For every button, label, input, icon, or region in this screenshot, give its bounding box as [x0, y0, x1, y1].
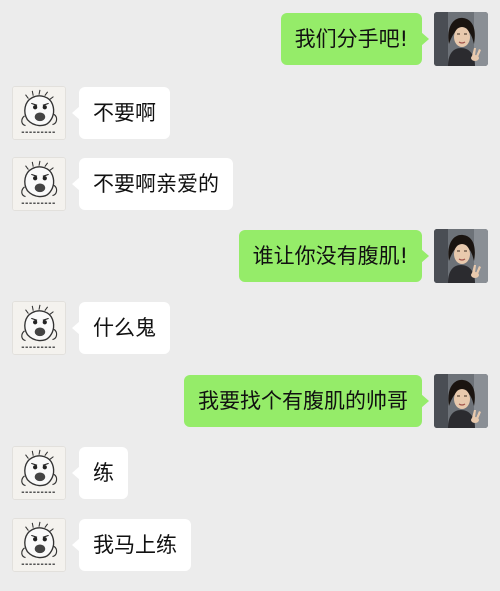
message-bubble-sent[interactable]: 我要找个有腹肌的帅哥 [184, 375, 429, 427]
message-row-received: 不要啊 [0, 86, 500, 142]
meme-sketch-avatar[interactable] [12, 301, 66, 355]
meme-sketch-avatar[interactable] [12, 157, 66, 211]
message-row-sent: 谁让你没有腹肌! [0, 229, 500, 285]
message-bubble-received[interactable]: 练 [72, 447, 128, 499]
chat-message-list[interactable]: 我们分手吧! 不要啊 不要啊亲爱的 谁让你没有腹肌! 什么鬼 我要找个有腹肌的帅… [0, 0, 500, 591]
woman-photo-avatar[interactable] [434, 374, 488, 428]
message-row-received: 我马上练 [0, 518, 500, 574]
message-bubble-received[interactable]: 我马上练 [72, 519, 191, 571]
message-row-received: 什么鬼 [0, 301, 500, 357]
woman-photo-avatar[interactable] [434, 229, 488, 283]
message-bubble-sent[interactable]: 谁让你没有腹肌! [238, 230, 430, 282]
meme-sketch-avatar[interactable] [12, 446, 66, 500]
message-bubble-sent[interactable]: 我们分手吧! [280, 13, 430, 65]
meme-sketch-avatar[interactable] [12, 86, 66, 140]
meme-sketch-avatar[interactable] [12, 518, 66, 572]
woman-photo-avatar[interactable] [434, 12, 488, 66]
message-bubble-received[interactable]: 什么鬼 [72, 302, 170, 354]
message-bubble-received[interactable]: 不要啊亲爱的 [72, 158, 233, 210]
message-row-sent: 我们分手吧! [0, 12, 500, 68]
message-row-received: 练 [0, 446, 500, 502]
message-bubble-received[interactable]: 不要啊 [72, 87, 170, 139]
message-row-received: 不要啊亲爱的 [0, 157, 500, 213]
message-row-sent: 我要找个有腹肌的帅哥 [0, 374, 500, 430]
